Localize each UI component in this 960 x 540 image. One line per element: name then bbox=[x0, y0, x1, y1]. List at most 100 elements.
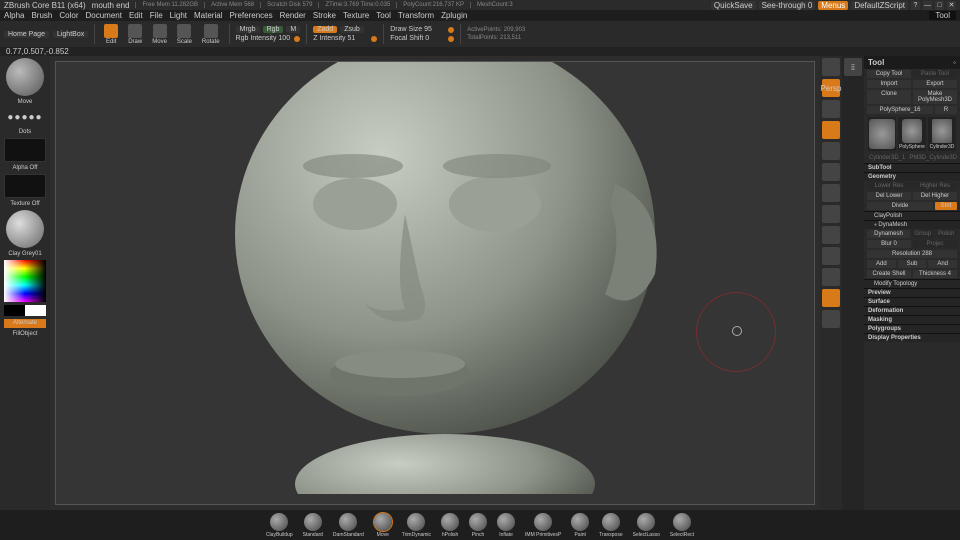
menu-render[interactable]: Render bbox=[280, 11, 306, 20]
masking-section[interactable]: Masking bbox=[864, 315, 960, 324]
edit-mode-button[interactable]: Edit bbox=[101, 23, 121, 46]
import-button[interactable]: Import bbox=[867, 80, 911, 88]
divide-button[interactable]: Divide bbox=[867, 202, 933, 210]
menu-preferences[interactable]: Preferences bbox=[229, 11, 272, 20]
polygroups-section[interactable]: Polygroups bbox=[864, 324, 960, 333]
menu-tool[interactable]: Tool bbox=[376, 11, 391, 20]
swatch-black[interactable] bbox=[4, 305, 25, 316]
draw-mode-button[interactable]: Draw bbox=[125, 23, 145, 46]
draw-size-slider[interactable]: Draw Size 95 bbox=[390, 26, 445, 33]
brush-selectlasso[interactable]: SelectLasso bbox=[633, 513, 660, 538]
sub-button[interactable]: Sub bbox=[898, 260, 927, 268]
brush-paint[interactable]: Paint bbox=[571, 513, 589, 538]
m-button[interactable]: M bbox=[286, 26, 300, 33]
claypolish-section[interactable]: ClayPolish bbox=[864, 211, 960, 220]
xpos-button[interactable] bbox=[822, 142, 840, 160]
solo-button[interactable] bbox=[822, 310, 840, 328]
higher-res-button[interactable]: Higher Res bbox=[913, 182, 957, 190]
swatch-white[interactable] bbox=[25, 305, 46, 316]
scale-view-button[interactable] bbox=[822, 205, 840, 223]
fillobject-button[interactable]: FillObject bbox=[12, 331, 37, 337]
local-button[interactable] bbox=[822, 121, 840, 139]
alpha-slot[interactable] bbox=[4, 138, 46, 162]
move-view-button[interactable] bbox=[822, 184, 840, 202]
rgb-intensity-slider[interactable]: Rgb Intensity 100 bbox=[236, 35, 291, 42]
preview-section[interactable]: Preview bbox=[864, 288, 960, 297]
quicksave-button[interactable]: QuickSave bbox=[711, 1, 756, 10]
tool-thumb-large[interactable] bbox=[868, 117, 896, 151]
brush-imm-primitives[interactable]: IMM PrimitivesP bbox=[525, 513, 561, 538]
shelf-icon[interactable] bbox=[822, 58, 840, 76]
maximize-button[interactable]: □ bbox=[935, 1, 944, 10]
menu-light[interactable]: Light bbox=[170, 11, 187, 20]
group-toggle[interactable]: Group bbox=[912, 230, 934, 238]
menu-stroke[interactable]: Stroke bbox=[313, 11, 336, 20]
project-toggle[interactable]: Projec bbox=[913, 240, 957, 248]
home-page-button[interactable]: Home Page bbox=[4, 31, 49, 38]
zadd-button[interactable]: Zadd bbox=[313, 26, 337, 33]
tool-list-a[interactable]: Cylinder3D_1 bbox=[867, 154, 907, 162]
panel-close-icon[interactable]: ◦ bbox=[953, 58, 956, 67]
minimize-button[interactable]: — bbox=[923, 1, 932, 10]
z-intensity-slider[interactable]: Z Intensity 51 bbox=[313, 35, 368, 42]
polish-toggle[interactable]: Polish bbox=[936, 230, 958, 238]
brush-hpolish[interactable]: hPolish bbox=[441, 513, 459, 538]
menu-edit[interactable]: Edit bbox=[129, 11, 143, 20]
tool-name[interactable]: PolySphere_16 bbox=[867, 106, 933, 114]
divider-handle[interactable]: ⣿ bbox=[844, 58, 862, 76]
ghost-button[interactable] bbox=[822, 289, 840, 307]
menu-document[interactable]: Document bbox=[86, 11, 122, 20]
color-picker[interactable] bbox=[4, 260, 46, 302]
surface-section[interactable]: Surface bbox=[864, 297, 960, 306]
rgb-button[interactable]: Rgb bbox=[263, 26, 284, 33]
texture-slot[interactable] bbox=[4, 174, 46, 198]
brush-move[interactable]: Move bbox=[374, 513, 392, 538]
lightbox-button[interactable]: LightBox bbox=[53, 31, 88, 38]
smt-toggle[interactable]: Smt bbox=[935, 202, 957, 210]
alternate-button[interactable]: Alternate bbox=[4, 319, 46, 328]
seethrough-slider[interactable]: See-through 0 bbox=[759, 1, 816, 10]
brush-thumbnail[interactable] bbox=[6, 58, 44, 96]
stroke-thumbnail[interactable]: ●●●●● bbox=[6, 108, 44, 126]
menu-zplugin[interactable]: Zplugin bbox=[441, 11, 467, 20]
menu-alpha[interactable]: Alpha bbox=[4, 11, 24, 20]
paste-tool-button[interactable]: Paste Tool bbox=[913, 70, 957, 78]
menu-transform[interactable]: Transform bbox=[398, 11, 434, 20]
brush-damstandard[interactable]: DamStandard bbox=[333, 513, 364, 538]
dynamesh-button[interactable]: Dynamesh bbox=[867, 230, 910, 238]
mrgb-button[interactable]: Mrgb bbox=[236, 26, 260, 33]
del-lower-button[interactable]: Del Lower bbox=[867, 192, 911, 200]
brush-trimdynamic[interactable]: TrimDynamic bbox=[402, 513, 431, 538]
rotate-view-button[interactable] bbox=[822, 226, 840, 244]
add-button[interactable]: Add bbox=[867, 260, 896, 268]
lower-res-button[interactable]: Lower Res bbox=[867, 182, 911, 190]
tool-thumb-polysphere[interactable]: PolySphere bbox=[898, 117, 926, 151]
export-button[interactable]: Export bbox=[913, 80, 957, 88]
menu-brush[interactable]: Brush bbox=[31, 11, 52, 20]
tool-list-b[interactable]: PM3D_Cylinde3D bbox=[909, 154, 957, 162]
default-zscript[interactable]: DefaultZScript bbox=[851, 1, 908, 10]
modify-topology-section[interactable]: Modify Topology bbox=[864, 279, 960, 288]
frame-button[interactable] bbox=[822, 163, 840, 181]
deformation-section[interactable]: Deformation bbox=[864, 306, 960, 315]
grid-button[interactable] bbox=[822, 247, 840, 265]
thickness-slider[interactable]: Thickness 4 bbox=[913, 270, 957, 278]
viewport[interactable] bbox=[55, 61, 815, 505]
persp-button[interactable]: Persp bbox=[822, 79, 840, 97]
tool-thumb-cylinder[interactable]: Cylinder3D bbox=[928, 117, 956, 151]
make-polymesh-button[interactable]: Make PolyMesh3D bbox=[913, 90, 957, 104]
scale-mode-button[interactable]: Scale bbox=[174, 23, 195, 46]
resolution-slider[interactable]: Resolution 288 bbox=[867, 250, 957, 258]
brush-pinch[interactable]: Pinch bbox=[469, 513, 487, 538]
panel-tab-tool[interactable]: Tool bbox=[929, 11, 956, 20]
brush-standard[interactable]: Standard bbox=[303, 513, 323, 538]
close-button[interactable]: ✕ bbox=[947, 1, 956, 10]
menu-file[interactable]: File bbox=[150, 11, 163, 20]
r-button[interactable]: R bbox=[935, 106, 957, 114]
blur-slider[interactable]: Blur 0 bbox=[867, 240, 911, 248]
material-thumbnail[interactable] bbox=[6, 210, 44, 248]
rotate-mode-button[interactable]: Rotate bbox=[199, 23, 223, 46]
copy-tool-button[interactable]: Copy Tool bbox=[867, 70, 911, 78]
focal-shift-slider[interactable]: Focal Shift 0 bbox=[390, 35, 445, 42]
menu-texture[interactable]: Texture bbox=[343, 11, 369, 20]
